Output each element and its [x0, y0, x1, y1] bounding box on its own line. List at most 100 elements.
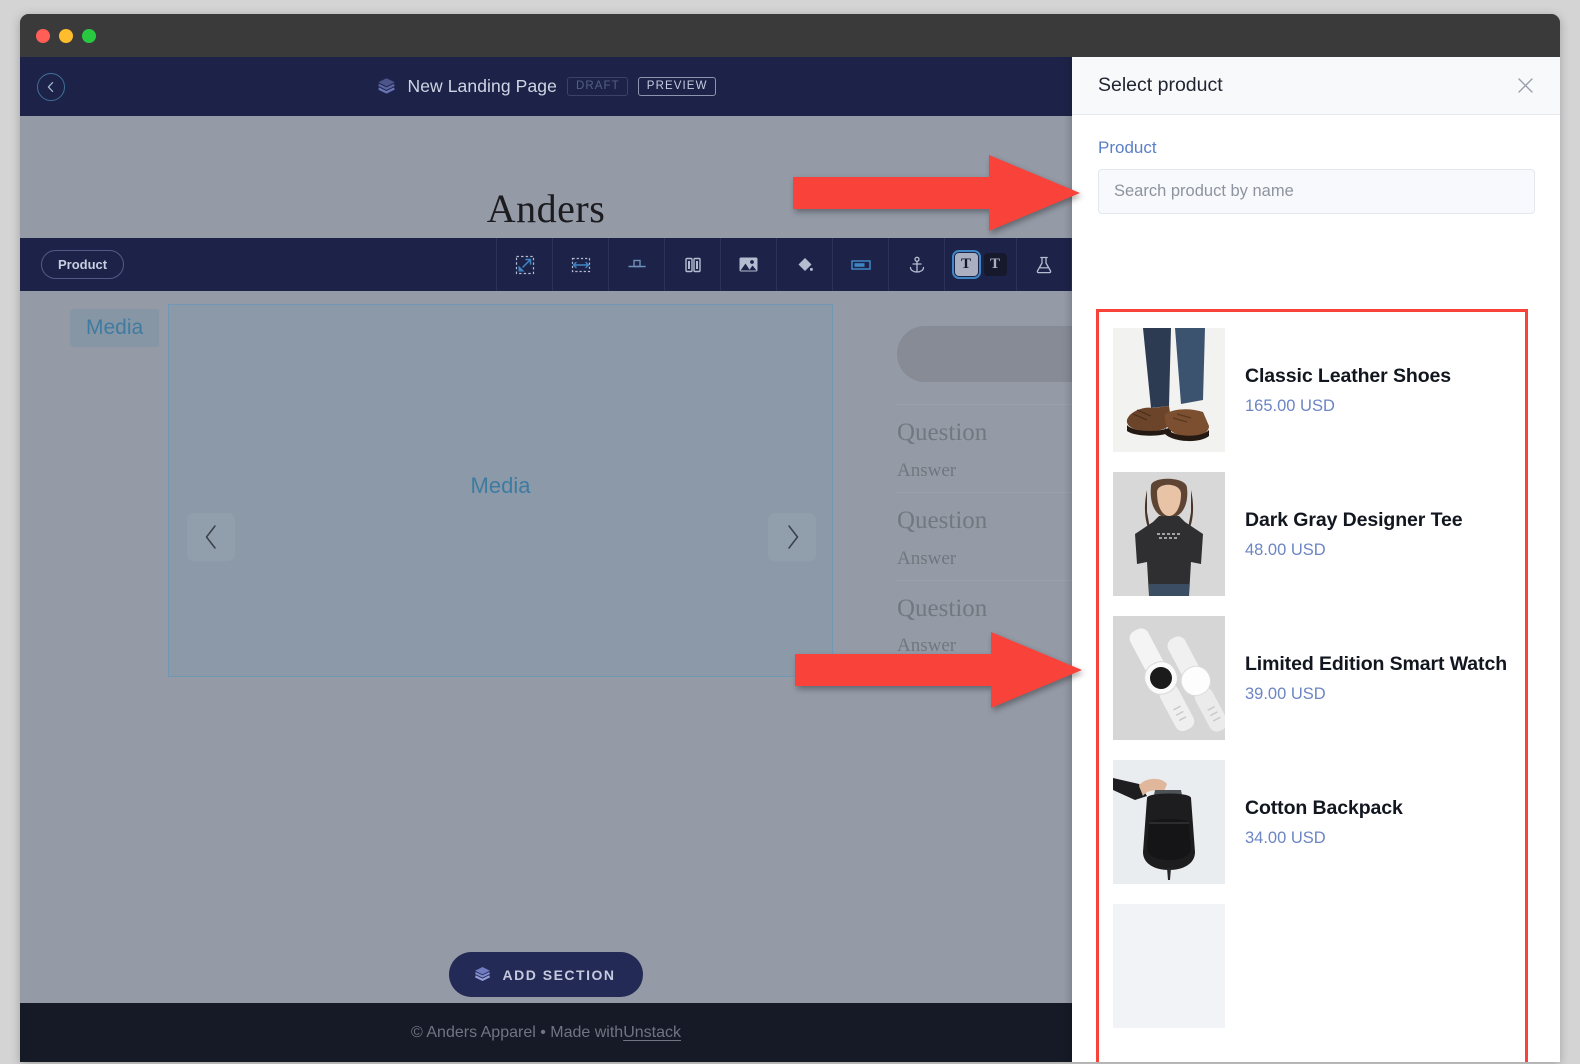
- preview-button[interactable]: PREVIEW: [637, 76, 716, 97]
- site-footer: © Anders Apparel • Made with Unstack: [20, 1003, 1072, 1062]
- product-thumbnail: [1113, 616, 1225, 740]
- product-thumbnail: [1113, 472, 1225, 596]
- image-icon: [739, 257, 758, 272]
- tool-experiment[interactable]: [1016, 238, 1072, 291]
- faq-question: Question: [897, 419, 988, 446]
- product-results-list[interactable]: Classic Leather Shoes 165.00 USD Dark Gr…: [1096, 309, 1528, 1062]
- woman-in-dark-gray-tee-image: [1113, 472, 1225, 596]
- list-item[interactable]: Classic Leather Shoes 165.00 USD: [1099, 318, 1525, 462]
- tool-image[interactable]: [720, 238, 776, 291]
- list-item[interactable]: Limited Edition Smart Watch 39.00 USD: [1099, 606, 1525, 750]
- columns-icon: [684, 257, 701, 272]
- arrow-to-search-input: [793, 155, 1080, 231]
- arrow-to-product-list: [795, 632, 1082, 708]
- product-info: Cotton Backpack 34.00 USD: [1245, 796, 1403, 847]
- close-icon[interactable]: [1515, 75, 1536, 96]
- product-name: Classic Leather Shoes: [1245, 365, 1451, 388]
- window-maximize-button[interactable]: [82, 28, 96, 43]
- add-section-wrapper: ADD SECTION: [20, 952, 1072, 997]
- panel-body: Product: [1072, 115, 1560, 214]
- faq-list: Question Answer Question Answer Question…: [897, 404, 1072, 667]
- product-name: Dark Gray Designer Tee: [1245, 509, 1463, 532]
- faq-question: Question: [897, 594, 988, 622]
- cta-button-placeholder[interactable]: [897, 326, 1072, 382]
- select-product-panel: Select product Product Search product by…: [1072, 57, 1560, 1062]
- partial-product-image: [1113, 904, 1225, 1028]
- page-title: New Landing Page: [407, 76, 557, 96]
- faq-answer: Answer: [897, 547, 957, 569]
- footer-link[interactable]: Unstack: [623, 1024, 681, 1042]
- tool-anchor[interactable]: [888, 238, 944, 291]
- tool-text-styles[interactable]: T T: [944, 238, 1016, 291]
- brand-wordmark: Anders: [486, 186, 606, 231]
- product-thumbnail: [1113, 904, 1225, 1028]
- faq-item[interactable]: Question Answer: [897, 491, 1072, 580]
- anchor-icon: [909, 256, 924, 273]
- resize-icon: [515, 255, 534, 274]
- tool-resize[interactable]: [496, 238, 552, 291]
- list-item[interactable]: Dark Gray Designer Tee 48.00 USD: [1099, 462, 1525, 606]
- search-input[interactable]: [1098, 169, 1535, 214]
- element-toolbar: Product T T: [20, 238, 1072, 291]
- text-style-primary[interactable]: T: [951, 250, 981, 279]
- draft-badge: DRAFT: [566, 76, 628, 97]
- media-block-label[interactable]: Media: [70, 309, 160, 347]
- product-price: 165.00 USD: [1245, 396, 1335, 415]
- layers-icon: [474, 967, 490, 981]
- faq-question: Question: [897, 506, 988, 534]
- editor-topbar: New Landing Page DRAFT PREVIEW: [20, 57, 1072, 116]
- window-titlebar: [20, 14, 1560, 57]
- product-block-label[interactable]: Product: [41, 250, 125, 279]
- brown-leather-shoes-image: [1113, 328, 1225, 452]
- add-section-label: ADD SECTION: [502, 966, 616, 983]
- panel-title: Select product: [1098, 74, 1223, 96]
- divider-icon: [627, 259, 646, 267]
- product-info: Dark Gray Designer Tee 48.00 USD: [1245, 508, 1463, 559]
- page-title-group: New Landing Page DRAFT PREVIEW: [20, 76, 1072, 97]
- page-canvas: Anders Product T T Media Media Question …: [20, 116, 1072, 1062]
- faq-item[interactable]: Question Answer: [897, 404, 1072, 492]
- product-name: Limited Edition Smart Watch: [1245, 653, 1508, 676]
- add-section-button[interactable]: ADD SECTION: [448, 952, 644, 997]
- tool-divider[interactable]: [608, 238, 664, 291]
- tool-width[interactable]: [552, 238, 608, 291]
- footer-text: © Anders Apparel • Made with: [411, 1023, 624, 1041]
- window-minimize-button[interactable]: [59, 28, 73, 43]
- product-results-inner: Classic Leather Shoes 165.00 USD Dark Gr…: [1099, 312, 1525, 1038]
- panel-header: Select product: [1072, 57, 1560, 115]
- product-thumbnail: [1113, 328, 1225, 452]
- app-viewport: New Landing Page DRAFT PREVIEW Anders Pr…: [20, 57, 1560, 1062]
- product-field-label: Product: [1098, 138, 1157, 157]
- fill-color-icon: [798, 257, 813, 271]
- tool-button[interactable]: [832, 238, 888, 291]
- tool-fill-color[interactable]: [776, 238, 832, 291]
- window-close-button[interactable]: [36, 28, 50, 43]
- layers-icon: [378, 78, 396, 94]
- flask-icon: [1036, 256, 1052, 273]
- button-icon: [850, 259, 871, 270]
- faq-section: Question Answer Question Answer Question…: [897, 326, 1072, 667]
- media-placeholder-text: Media: [470, 473, 531, 498]
- carousel-next-button[interactable]: [768, 513, 816, 561]
- product-price: 34.00 USD: [1245, 828, 1326, 847]
- cotton-backpack-image: [1113, 760, 1225, 884]
- product-info: Classic Leather Shoes 165.00 USD: [1245, 364, 1451, 415]
- screenshot-root: New Landing Page DRAFT PREVIEW Anders Pr…: [0, 0, 1580, 1064]
- media-placeholder[interactable]: Media: [168, 304, 833, 677]
- product-price: 48.00 USD: [1245, 540, 1326, 559]
- list-item[interactable]: Cotton Backpack 34.00 USD: [1099, 750, 1525, 894]
- text-style-secondary[interactable]: T: [983, 253, 1007, 276]
- browser-window: New Landing Page DRAFT PREVIEW Anders Pr…: [20, 14, 1560, 1062]
- white-smart-watch-image: [1113, 616, 1225, 740]
- faq-answer: Answer: [897, 459, 957, 481]
- carousel-prev-button[interactable]: [187, 513, 235, 561]
- product-thumbnail: [1113, 760, 1225, 884]
- tool-group: T T: [496, 238, 1072, 291]
- width-icon: [571, 257, 590, 272]
- product-price: 39.00 USD: [1245, 684, 1326, 703]
- list-item[interactable]: [1099, 894, 1525, 1038]
- product-name: Cotton Backpack: [1245, 797, 1403, 820]
- product-info: Limited Edition Smart Watch 39.00 USD: [1245, 652, 1507, 703]
- tool-columns[interactable]: [664, 238, 720, 291]
- chevron-left-icon: [205, 525, 216, 549]
